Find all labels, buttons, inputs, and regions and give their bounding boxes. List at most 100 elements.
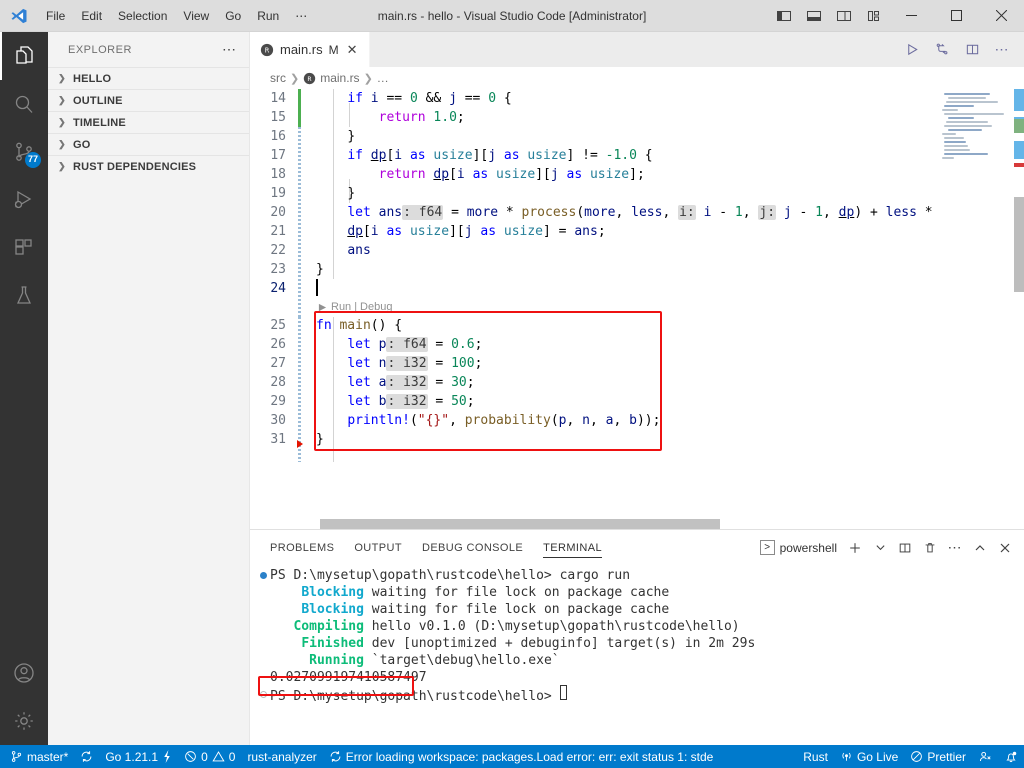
panel-tab-problems[interactable]: PROBLEMS — [270, 530, 334, 565]
split-terminal-icon[interactable] — [894, 537, 916, 559]
breadcrumb-more[interactable]: … — [377, 71, 389, 85]
code-line[interactable]: 28 let a: i32 = 30; — [250, 373, 932, 392]
code-text: } — [347, 186, 356, 201]
run-button[interactable] — [898, 32, 926, 67]
maximize-button[interactable] — [934, 0, 979, 32]
breakpoint-hint-icon[interactable] — [296, 440, 304, 448]
sidebar-item-hello[interactable]: ❯ HELLO — [48, 67, 249, 89]
code-line[interactable]: 27 let n: i32 = 100; — [250, 354, 932, 373]
status-problems[interactable]: 0 0 — [178, 745, 241, 768]
code-line[interactable]: 26 let p: f64 = 0.6; — [250, 335, 932, 354]
tab-close-icon[interactable]: ✕ — [347, 42, 358, 58]
activity-testing[interactable] — [0, 272, 48, 320]
sidebar-item-rust-dependencies[interactable]: ❯ RUST DEPENDENCIES — [48, 155, 249, 177]
code-line[interactable]: 17 if dp[i as usize][j as usize] != -1.0… — [250, 146, 932, 165]
maximize-panel-icon[interactable] — [969, 537, 991, 559]
terminal-line: PS D:\mysetup\gopath\rustcode\hello> — [256, 684, 1024, 704]
run-or-debug-icon[interactable] — [928, 32, 956, 67]
code-line[interactable]: 21 dp[i as usize][j as usize] = ans; — [250, 222, 932, 241]
code-line[interactable]: 18 return dp[i as usize][j as usize]; — [250, 165, 932, 184]
menu-selection[interactable]: Selection — [110, 4, 175, 28]
menu-go[interactable]: Go — [217, 4, 249, 28]
status-go-version[interactable]: Go 1.21.1 — [99, 745, 178, 768]
editor-minimap[interactable] — [932, 89, 1024, 529]
code-line[interactable]: 22 ans — [250, 241, 932, 260]
kill-terminal-icon[interactable] — [919, 537, 941, 559]
code-line[interactable]: 16 } — [250, 127, 932, 146]
codelens-run-debug: Run | Debug — [250, 298, 932, 316]
toggle-panel-icon[interactable] — [799, 0, 829, 32]
close-button[interactable] — [979, 0, 1024, 32]
code-line[interactable]: 14 if i == 0 && j == 0 { — [250, 89, 932, 108]
activity-source-control[interactable]: 77 — [0, 128, 48, 176]
code-editor[interactable]: 14 if i == 0 && j == 0 {15 return 1.0; 16… — [250, 89, 1024, 529]
code-line[interactable]: 20 let ans: f64 = more * process(more, l… — [250, 203, 932, 222]
breadcrumb-src[interactable]: src — [270, 71, 286, 85]
minimap-line — [944, 113, 1004, 115]
activity-run-debug[interactable] — [0, 176, 48, 224]
sidebar-item-outline[interactable]: ❯ OUTLINE — [48, 89, 249, 111]
terminal-output[interactable]: PS D:\mysetup\gopath\rustcode\hello> car… — [250, 565, 1024, 745]
code-line[interactable]: 30 println!("{}", probability(p, n, a, b… — [250, 411, 932, 430]
breadcrumb: src ❯ R main.rs ❯ … — [250, 67, 1024, 89]
status-sync-changes[interactable] — [74, 745, 99, 768]
activity-explorer[interactable] — [0, 32, 48, 80]
minimap-line — [944, 153, 988, 155]
breadcrumb-main-rs[interactable]: main.rs — [320, 71, 359, 85]
menu-more[interactable]: ⋯ — [287, 4, 315, 28]
editor-horizontal-scrollbar[interactable] — [320, 519, 720, 529]
panel-tab-debug-console[interactable]: DEBUG CONSOLE — [422, 530, 523, 565]
editor-more-actions-icon[interactable]: ⋯ — [988, 32, 1016, 67]
panel-more-actions-icon[interactable]: ⋯ — [944, 537, 966, 559]
panel-tab-terminal[interactable]: TERMINAL — [543, 530, 602, 565]
code-line[interactable]: 15 return 1.0; — [250, 108, 932, 127]
codelens-separator: | — [354, 301, 358, 313]
status-remote-branch[interactable]: master* — [4, 745, 74, 768]
menu-edit[interactable]: Edit — [73, 4, 110, 28]
status-workspace-error[interactable]: Error loading workspace: packages.Load e… — [323, 745, 713, 768]
terminal-dropdown-icon[interactable] — [869, 537, 891, 559]
toggle-primary-sidebar-icon[interactable] — [769, 0, 799, 32]
panel-tab-problems-label: PROBLEMS — [270, 541, 335, 554]
codelens-debug-link[interactable]: Debug — [360, 301, 392, 313]
minimize-button[interactable] — [889, 0, 934, 32]
sidebar-item-hello-label: HELLO — [73, 72, 112, 85]
sidebar-item-go[interactable]: ❯ GO — [48, 133, 249, 155]
terminal-selector[interactable]: > powershell — [756, 538, 841, 557]
code-line[interactable]: 29 let b: i32 = 50; — [250, 392, 932, 411]
new-terminal-icon[interactable] — [844, 537, 866, 559]
panel-tab-output[interactable]: OUTPUT — [354, 530, 402, 565]
code-line[interactable]: 31} — [250, 430, 932, 449]
activity-extensions[interactable] — [0, 224, 48, 272]
code-line[interactable]: 25 fn main() { — [250, 316, 932, 335]
split-editor-icon[interactable] — [958, 32, 986, 67]
toggle-secondary-sidebar-icon[interactable] — [829, 0, 859, 32]
minimap-line — [944, 145, 968, 147]
status-rust-analyzer[interactable]: rust-analyzer — [241, 745, 322, 768]
menu-view[interactable]: View — [175, 4, 217, 28]
status-notifications[interactable] — [998, 745, 1024, 768]
sidebar-item-timeline[interactable]: ❯ TIMELINE — [48, 111, 249, 133]
code-line[interactable]: 23} — [250, 260, 932, 279]
code-content[interactable]: 14 if i == 0 && j == 0 {15 return 1.0; 16… — [250, 89, 932, 529]
editor-vertical-scrollbar[interactable] — [1014, 197, 1024, 292]
customize-layout-icon[interactable] — [859, 0, 889, 32]
activity-search[interactable] — [0, 80, 48, 128]
code-text: let ans: f64 = more * process(more, less… — [347, 205, 932, 220]
code-line[interactable]: 24 — [250, 279, 932, 298]
status-language-mode[interactable]: Rust — [797, 745, 834, 768]
line-number: 16 — [270, 129, 286, 144]
status-go-live[interactable]: Go Live — [834, 745, 904, 768]
menu-file[interactable]: File — [38, 4, 73, 28]
files-icon — [12, 44, 36, 68]
status-remote-host[interactable] — [972, 745, 998, 768]
close-panel-icon[interactable] — [994, 537, 1016, 559]
code-line[interactable]: 19 } — [250, 184, 932, 203]
codelens-run-link[interactable]: Run — [331, 301, 351, 313]
activity-manage-settings[interactable] — [0, 697, 48, 745]
activity-accounts[interactable] — [0, 649, 48, 697]
tab-main-rs[interactable]: R main.rs M ✕ — [250, 32, 370, 67]
status-prettier[interactable]: Prettier — [904, 745, 972, 768]
menu-run[interactable]: Run — [249, 4, 287, 28]
sidebar-more-actions-icon[interactable]: ⋯ — [222, 41, 241, 58]
